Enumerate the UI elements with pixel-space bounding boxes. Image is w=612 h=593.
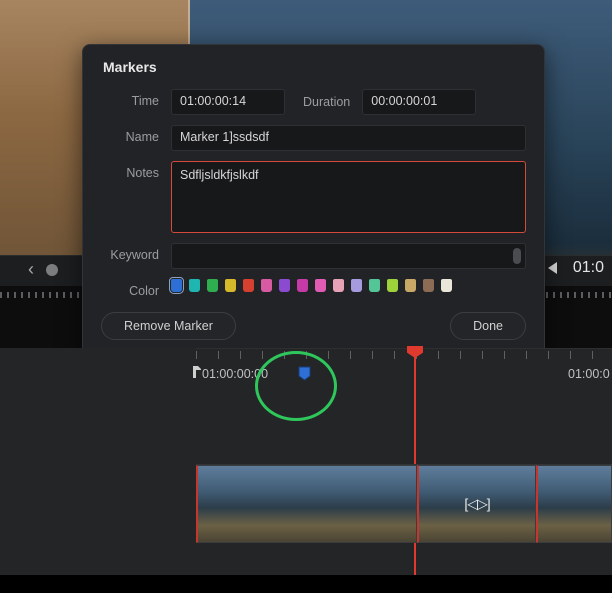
- skip-to-start-button[interactable]: [543, 260, 559, 276]
- color-swatch-pink[interactable]: [261, 279, 272, 292]
- keyword-field[interactable]: [180, 248, 513, 264]
- color-swatch-cream[interactable]: [441, 279, 452, 292]
- color-swatch-lavender[interactable]: [351, 279, 362, 292]
- time-field[interactable]: 01:00:00:14: [171, 89, 285, 115]
- timeline-marker-icon[interactable]: [298, 366, 311, 381]
- color-swatch-cyan[interactable]: [189, 279, 200, 292]
- keyword-label: Keyword: [101, 243, 159, 262]
- duration-label: Duration: [303, 95, 350, 109]
- color-swatch-green[interactable]: [207, 279, 218, 292]
- done-button[interactable]: Done: [450, 312, 526, 340]
- bottom-edge: [0, 575, 612, 593]
- color-swatch-cocoa[interactable]: [423, 279, 434, 292]
- color-swatch-red[interactable]: [243, 279, 254, 292]
- timecode-readout[interactable]: 01:0: [573, 259, 604, 277]
- color-swatch-blue[interactable]: [171, 279, 182, 292]
- keyword-scroll-thumb-icon[interactable]: [513, 248, 521, 264]
- duration-field[interactable]: 00:00:00:01: [362, 89, 476, 115]
- keyword-field-wrap: [171, 243, 526, 269]
- time-label: Time: [101, 89, 159, 108]
- color-swatch-fuchsia[interactable]: [315, 279, 326, 292]
- color-swatch-lime[interactable]: [387, 279, 398, 292]
- name-label: Name: [101, 125, 159, 144]
- color-swatch-row: [171, 279, 526, 292]
- clip-segment[interactable]: [536, 465, 612, 543]
- markers-dialog: Markers Time 01:00:00:14 Duration 00:00:…: [82, 44, 545, 359]
- remove-marker-button[interactable]: Remove Marker: [101, 312, 236, 340]
- loop-indicator-icon[interactable]: [46, 264, 58, 276]
- timeline-ruler[interactable]: 01:00:00:00 01:00:0: [196, 348, 612, 395]
- name-field[interactable]: Marker 1]ssdsdf: [171, 125, 526, 151]
- color-swatch-sand[interactable]: [405, 279, 416, 292]
- notes-field[interactable]: Sdfljsldkfjslkdf: [171, 161, 526, 233]
- clip-segment[interactable]: [◁▷]: [417, 465, 536, 543]
- ruler-timecode-next: 01:00:0: [568, 367, 610, 381]
- color-swatch-rose[interactable]: [333, 279, 344, 292]
- video-track[interactable]: [◁▷]: [196, 464, 612, 543]
- color-label: Color: [101, 279, 159, 298]
- color-swatch-mint[interactable]: [369, 279, 380, 292]
- color-swatch-yellow[interactable]: [225, 279, 236, 292]
- notes-label: Notes: [101, 161, 159, 180]
- color-swatch-purple[interactable]: [279, 279, 290, 292]
- in-point-icon[interactable]: [192, 365, 202, 379]
- ruler-timecode-start: 01:00:00:00: [202, 367, 268, 381]
- clip-segment[interactable]: [196, 465, 417, 543]
- color-swatch-magenta[interactable]: [297, 279, 308, 292]
- insert-overlay-icon: [◁▷]: [464, 496, 489, 513]
- prev-clip-button[interactable]: ‹: [28, 259, 34, 280]
- timeline-panel: 01:00:00:00 01:00:0 [◁▷]: [0, 348, 612, 593]
- dialog-title: Markers: [103, 59, 526, 75]
